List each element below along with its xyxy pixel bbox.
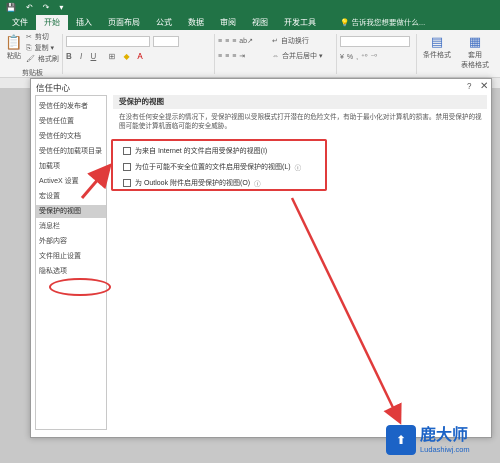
align-right-icon[interactable]: ≡ (232, 51, 236, 62)
merge-icon: ⇔ (272, 53, 279, 60)
section-title: 受保护的视图 (113, 95, 487, 109)
format-painter-button[interactable]: 🖌 格式刷 (26, 54, 59, 65)
align-bottom-icon[interactable]: ≡ (232, 36, 236, 47)
wrap-merge-group: ↵ 自动换行 ⇔ 合并后居中 ▾ (272, 36, 322, 62)
percent-icon[interactable]: % (347, 52, 353, 63)
table-format-icon: ▦ (468, 34, 482, 49)
copy-icon: ⎘ (26, 45, 32, 52)
copy-button[interactable]: ⎘ 复制 ▾ (26, 43, 59, 54)
fill-color-icon[interactable]: ◆ (123, 52, 129, 61)
bold-icon[interactable]: B (66, 52, 72, 61)
font-size-select[interactable] (153, 36, 179, 47)
align-left-icon[interactable]: ≡ (218, 51, 222, 62)
align-row-top: ≡ ≡ ≡ ab↗ (218, 36, 253, 47)
paste-label: 粘贴 (7, 53, 21, 60)
nav-item-external-content[interactable]: 外部内容 (36, 235, 106, 248)
nav-item-macro-settings[interactable]: 宏设置 (36, 190, 106, 203)
cut-button[interactable]: ✂ 剪切 (26, 32, 59, 43)
clipboard-group: ✂ 剪切 ⎘ 复制 ▾ 🖌 格式刷 (26, 32, 59, 65)
number-group: ¥%, ⁺⁰ ⁻⁰ (340, 52, 377, 63)
tab-home[interactable]: 开始 (36, 15, 68, 30)
align-center-icon[interactable]: ≡ (225, 51, 229, 62)
nav-item-privacy-options[interactable]: 隐私选项 (36, 265, 106, 278)
decrease-decimal-icon[interactable]: ⁻⁰ (371, 52, 378, 63)
annotation-highlight-oval (49, 278, 111, 296)
increase-decimal-icon[interactable]: ⁺⁰ (361, 52, 368, 63)
number-format-select[interactable] (340, 36, 410, 47)
help-icon[interactable]: ? (467, 82, 471, 91)
clipboard-icon: 📋 (5, 34, 23, 50)
tab-page-layout[interactable]: 页面布局 (100, 15, 148, 30)
nav-item-protected-view[interactable]: 受保护的视图 (36, 205, 106, 218)
nav-item-addins[interactable]: 加载项 (36, 160, 106, 173)
orientation-icon[interactable]: ab↗ (239, 36, 253, 47)
align-middle-icon[interactable]: ≡ (225, 36, 229, 47)
border-icon[interactable]: ⊞ (109, 52, 116, 61)
ribbon-divider (336, 34, 337, 74)
ribbon-tabs: 文件 开始 插入 页面布局 公式 数据 审阅 视图 开发工具 💡 告诉我您想要做… (0, 14, 500, 30)
currency-icon[interactable]: ¥ (340, 52, 344, 63)
table-format-button[interactable]: ▦ 套用 表格格式 (458, 34, 492, 70)
quick-access-dropdown-icon[interactable]: ▾ (59, 3, 63, 12)
annotation-highlight-box (111, 139, 327, 191)
font-color-icon[interactable]: A (137, 52, 142, 61)
title-bar: 💾 ↶ ↷ ▾ (0, 0, 500, 14)
wrap-text-icon: ↵ (272, 38, 278, 45)
nav-item-file-block-settings[interactable]: 文件阻止设置 (36, 250, 106, 263)
scissors-icon: ✂ (26, 34, 32, 41)
nav-item-message-bar[interactable]: 消息栏 (36, 220, 106, 233)
align-top-icon[interactable]: ≡ (218, 36, 222, 47)
lightbulb-icon: 💡 (340, 18, 350, 27)
tab-data[interactable]: 数据 (180, 15, 212, 30)
nav-item-trusted-addin-catalogs[interactable]: 受信任的加载项目录 (36, 145, 106, 158)
comma-icon[interactable]: , (356, 52, 358, 63)
merge-center-button[interactable]: ⇔ 合并后居中 ▾ (272, 51, 322, 62)
italic-icon[interactable]: I (80, 52, 82, 61)
undo-icon[interactable]: ↶ (26, 3, 33, 12)
font-name-select[interactable] (66, 36, 150, 47)
dialog-title: 信任中心 (36, 83, 71, 93)
indent-icon[interactable]: ⇥ (239, 51, 245, 62)
redo-icon[interactable]: ↷ (43, 3, 50, 12)
tab-review[interactable]: 审阅 (212, 15, 244, 30)
ribbon-divider (416, 34, 417, 74)
watermark-sub: Ludashiwj.com (420, 444, 470, 454)
close-icon[interactable]: ✕ (480, 81, 488, 92)
nav-item-activex-settings[interactable]: ActiveX 设置 (36, 175, 106, 188)
ribbon-divider (214, 34, 215, 74)
nav-item-trusted-publishers[interactable]: 受信任的发布者 (36, 100, 106, 113)
tell-me-search[interactable]: 💡 告诉我您想要做什么... (332, 15, 433, 30)
trust-center-dialog: 信任中心 ? ✕ 受信任的发布者 受信任位置 受信任的文档 受信任的加载项目录 … (30, 78, 492, 438)
watermark-text: 鹿大师 Ludashiwj.com (420, 427, 470, 454)
watermark-logo-icon: ⬆ (386, 425, 416, 455)
tell-me-text: 告诉我您想要做什么... (351, 18, 426, 27)
underline-icon[interactable]: U (90, 52, 96, 61)
conditional-format-button[interactable]: ▤ 条件格式 (420, 34, 454, 60)
paste-button[interactable]: 📋 粘贴 (4, 34, 24, 61)
conditional-format-icon: ▤ (430, 34, 444, 49)
font-style-row: B I U ⊞ ◆ A (66, 52, 179, 63)
tab-insert[interactable]: 插入 (68, 15, 100, 30)
align-row-bottom: ≡ ≡ ≡ ⇥ (218, 51, 253, 62)
brush-icon: 🖌 (26, 56, 35, 63)
tab-developer[interactable]: 开发工具 (276, 15, 324, 30)
clipboard-group-label: 剪贴板 (22, 70, 43, 77)
section-description: 在没有任何安全提示的情况下，受保护视图以受限模式打开潜在的危险文件，有助于最小化… (119, 114, 482, 130)
save-icon[interactable]: 💾 (6, 3, 16, 12)
tab-formulas[interactable]: 公式 (148, 15, 180, 30)
watermark-main: 鹿大师 (420, 426, 469, 444)
number-row: ¥%, ⁺⁰ ⁻⁰ (340, 52, 377, 63)
ribbon-body: 📋 粘贴 ✂ 剪切 ⎘ 复制 ▾ 🖌 格式刷 剪贴板 B I U ⊞ ◆ A ≡ ≡ ≡ a… (0, 30, 500, 78)
ribbon-divider (62, 34, 63, 74)
alignment-group: ≡ ≡ ≡ ab↗ ≡ ≡ ≡ ⇥ (218, 36, 253, 62)
nav-item-trusted-documents[interactable]: 受信任的文档 (36, 130, 106, 143)
wrap-text-button[interactable]: ↵ 自动换行 (272, 36, 322, 47)
watermark: ⬆ 鹿大师 Ludashiwj.com (386, 418, 498, 462)
tab-file[interactable]: 文件 (4, 15, 36, 30)
tab-view[interactable]: 视图 (244, 15, 276, 30)
nav-item-trusted-locations[interactable]: 受信任位置 (36, 115, 106, 128)
trust-center-nav: 受信任的发布者 受信任位置 受信任的文档 受信任的加载项目录 加载项 Activ… (35, 95, 107, 430)
